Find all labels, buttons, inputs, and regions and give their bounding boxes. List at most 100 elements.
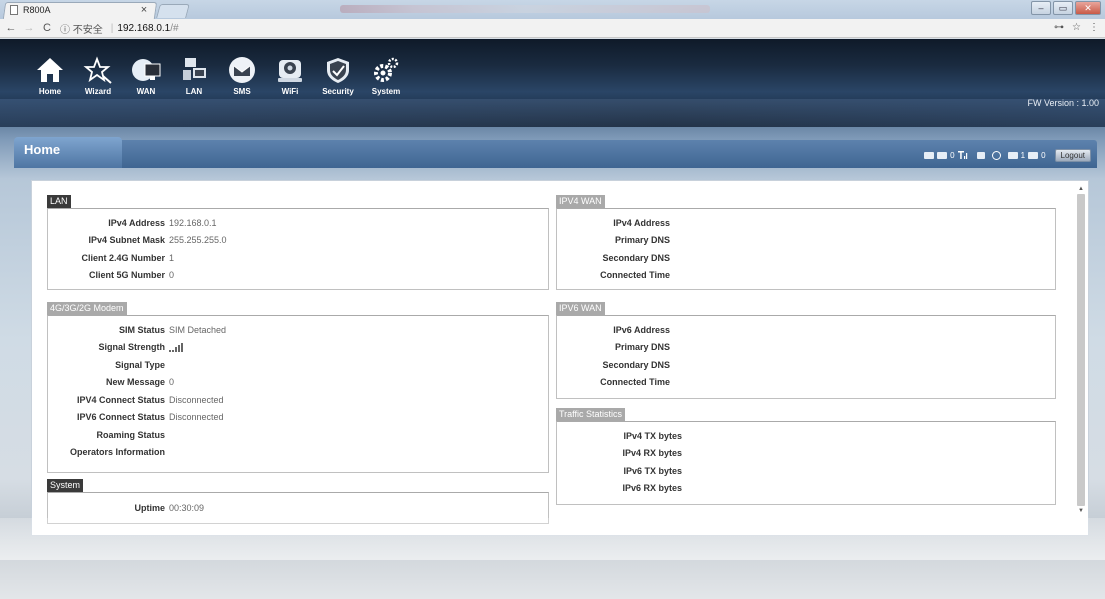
close-window-button[interactable]: ✕ <box>1075 1 1101 15</box>
modem-row: Roaming Status <box>48 426 548 444</box>
ipv6-wan-key: IPv6 Address <box>613 324 670 335</box>
content-scrollbar[interactable]: ▲ ▼ <box>1076 184 1086 534</box>
wifi-count: 0 <box>1041 151 1046 160</box>
modem-row: Signal Type <box>48 356 548 374</box>
scroll-thumb[interactable] <box>1077 194 1085 506</box>
traffic-key: IPv6 RX bytes <box>622 483 682 494</box>
back-button[interactable]: ← <box>4 22 18 34</box>
traffic-section: Traffic Statistics IPv4 TX bytes IPv4 RX… <box>556 408 1056 505</box>
scroll-down-icon[interactable]: ▼ <box>1076 506 1086 516</box>
ipv4-wan-key: Connected Time <box>600 270 670 281</box>
connected-devices-icon <box>1007 152 1018 159</box>
nav-lan-label: LAN <box>185 87 203 96</box>
browser-tab-content[interactable]: R800A × <box>10 3 150 17</box>
ipv6-wan-row: Connected Time <box>557 374 1055 392</box>
ipv6-wan-key: Primary DNS <box>614 342 670 353</box>
logout-button[interactable]: Logout <box>1054 149 1091 162</box>
firmware-version: FW Version : 1.00 <box>1027 98 1099 108</box>
traffic-row: IPv4 RX bytes <box>557 445 1055 463</box>
forward-button[interactable]: → <box>22 22 36 34</box>
nav-wan[interactable]: WAN <box>126 55 166 99</box>
nav-home[interactable]: Home <box>30 55 70 99</box>
nav-security-label: Security <box>322 87 354 96</box>
ipv6-wan-row: Primary DNS <box>557 339 1055 357</box>
modem-key: Roaming Status <box>96 429 165 440</box>
lan-key: IPv4 Subnet Mask <box>88 235 165 246</box>
system-title: System <box>47 479 84 492</box>
new-tab-button[interactable] <box>156 4 190 18</box>
security-icon <box>322 55 354 85</box>
wan-icon <box>130 55 162 85</box>
menu-icon[interactable]: ⋮ <box>1089 22 1099 33</box>
modem-row: Operators Information <box>48 444 548 462</box>
url-field[interactable]: ⓘ 不安全 | 192.168.0.1 /# <box>60 21 1100 36</box>
modem-key: Operators Information <box>69 447 165 458</box>
modem-key: Signal Type <box>115 359 165 370</box>
modem-row: SIM Status SIM Detached <box>48 321 548 339</box>
page-header-bar: Home 0 1 0 Logout <box>14 137 1097 168</box>
reload-button[interactable]: C <box>40 22 54 34</box>
modem-row: IPV4 Connect Status Disconnected <box>48 391 548 409</box>
globe-icon <box>991 151 1001 160</box>
window-title-blur <box>340 5 710 13</box>
ipv4-wan-box: IPv4 Address Primary DNS Secondary DNS C… <box>556 208 1056 290</box>
modem-key: SIM Status <box>118 324 165 335</box>
lan-row: IPv4 Address 192.168.0.1 <box>48 214 548 232</box>
ipv6-wan-box: IPv6 Address Primary DNS Secondary DNS C… <box>556 315 1056 399</box>
system-icon <box>370 55 402 85</box>
address-bar: ← → C ⓘ 不安全 | 192.168.0.1 /# ⊶ ☆ ⋮ <box>0 19 1105 38</box>
nav-wifi[interactable]: WiFi <box>270 55 310 99</box>
nav-system[interactable]: System <box>366 55 406 99</box>
background-strip <box>0 518 1105 560</box>
message-icon <box>937 152 948 159</box>
url-host: 192.168.0.1 <box>117 22 171 34</box>
lan-box: IPv4 Address 192.168.0.1 IPv4 Subnet Mask… <box>47 208 549 290</box>
modem-box: SIM Status SIM Detached Signal Strength S… <box>47 315 549 473</box>
modem-value: 0 <box>169 377 175 388</box>
nav-wifi-label: WiFi <box>281 87 299 96</box>
url-separator: | <box>110 22 114 34</box>
modem-row: Signal Strength <box>48 339 548 357</box>
page-title-tab: Home <box>14 137 122 168</box>
lan-key: Client 5G Number <box>88 270 165 281</box>
home-icon <box>34 55 66 85</box>
restore-button[interactable]: ▭ <box>1053 1 1073 15</box>
lan-key: IPv4 Address <box>108 217 165 228</box>
nav-system-label: System <box>371 87 401 96</box>
lan-row: Client 5G Number 0 <box>48 267 548 285</box>
lan-row: IPv4 Subnet Mask 255.255.255.0 <box>48 232 548 250</box>
lan-title: LAN <box>47 195 71 208</box>
lan-value: 1 <box>169 252 175 263</box>
modem-key: New Message <box>105 377 165 388</box>
key-icon[interactable]: ⊶ <box>1054 22 1064 33</box>
modem-value: Disconnected <box>169 412 224 423</box>
tab-title: R800A <box>23 5 51 15</box>
sim-card-icon <box>924 152 935 159</box>
ipv4-wan-key: Secondary DNS <box>602 252 670 263</box>
star-icon[interactable]: ☆ <box>1072 22 1081 33</box>
lan-key: Client 2.4G Number <box>81 252 165 263</box>
traffic-key: IPv4 RX bytes <box>622 448 682 459</box>
nav-wizard[interactable]: Wizard <box>78 55 118 99</box>
modem-title: 4G/3G/2G Modem <box>47 302 127 315</box>
sms-icon <box>226 55 258 85</box>
modem-row: IPV6 Connect Status Disconnected <box>48 409 548 427</box>
signal-strength-icon <box>169 342 183 352</box>
sms-count: 0 <box>950 151 955 160</box>
tab-close-icon[interactable]: × <box>138 4 150 16</box>
page-icon <box>10 5 18 15</box>
ipv4-wan-key: IPv4 Address <box>613 217 670 228</box>
traffic-box: IPv4 TX bytes IPv4 RX bytes IPv6 TX byte… <box>556 421 1056 505</box>
system-value: 00:30:09 <box>169 502 205 513</box>
nav-lan[interactable]: LAN <box>174 55 214 99</box>
nav-security[interactable]: Security <box>318 55 358 99</box>
ipv4-wan-section: IPV4 WAN IPv4 Address Primary DNS Second… <box>556 195 1056 290</box>
minimize-button[interactable]: – <box>1031 1 1051 15</box>
scroll-up-icon[interactable]: ▲ <box>1076 184 1086 194</box>
page-title: Home <box>24 142 61 157</box>
security-indicator[interactable]: ⓘ 不安全 <box>60 21 103 36</box>
roaming-icon <box>976 152 985 159</box>
traffic-key: IPv6 TX bytes <box>623 465 682 476</box>
lan-icon <box>178 55 210 85</box>
nav-sms[interactable]: SMS <box>222 55 262 99</box>
